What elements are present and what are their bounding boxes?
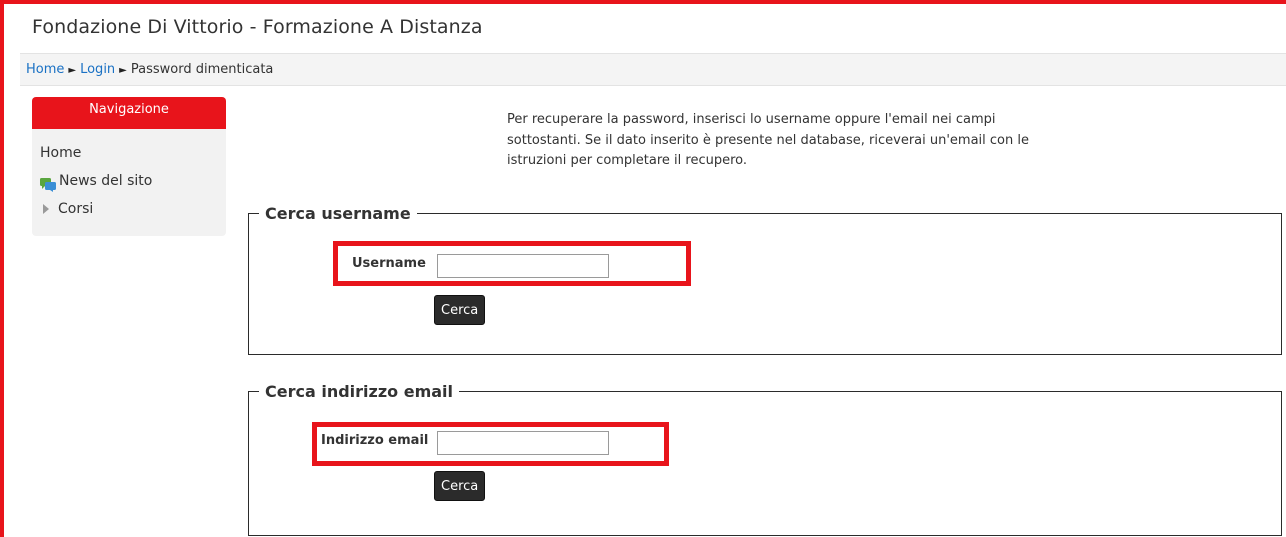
nav-item-news-label: News del sito [59, 173, 153, 189]
navigation-block: Navigazione Home News del sito Corsi [32, 97, 226, 236]
breadcrumb: Home ► Login ► Password dimenticata [20, 53, 1286, 86]
email-input[interactable] [437, 431, 609, 455]
nav-item-home-label[interactable]: Home [40, 139, 81, 167]
nav-item-home[interactable]: Home [40, 139, 226, 167]
nav-item-corsi[interactable]: Corsi [40, 195, 226, 223]
breadcrumb-separator: ► [68, 65, 77, 76]
username-input[interactable] [437, 254, 609, 278]
highlight-frame-top [0, 0, 1286, 4]
search-username-button[interactable]: Cerca [434, 295, 486, 325]
navigation-list: Home News del sito Corsi [32, 129, 226, 223]
nav-item-news[interactable]: News del sito [40, 167, 226, 195]
email-label: Indirizzo email [321, 433, 429, 448]
triangle-right-icon[interactable] [43, 204, 49, 214]
highlight-frame-left [0, 0, 4, 537]
intro-text: Per recuperare la password, inserisci lo… [507, 112, 1029, 168]
breadcrumb-current: Password dimenticata [130, 62, 274, 77]
breadcrumb-login-link[interactable]: Login [80, 62, 115, 77]
username-label: Username [352, 256, 426, 271]
breadcrumb-home-link[interactable]: Home [26, 62, 64, 77]
search-username-legend: Cerca username [265, 204, 411, 223]
nav-item-corsi-label: Corsi [58, 201, 94, 217]
search-email-button[interactable]: Cerca [434, 471, 486, 501]
navigation-title: Navigazione [32, 97, 226, 129]
site-title: Fondazione Di Vittorio - Formazione A Di… [32, 16, 483, 38]
breadcrumb-separator: ► [119, 65, 127, 76]
search-email-legend: Cerca indirizzo email [265, 382, 453, 401]
forum-icon [40, 174, 56, 192]
